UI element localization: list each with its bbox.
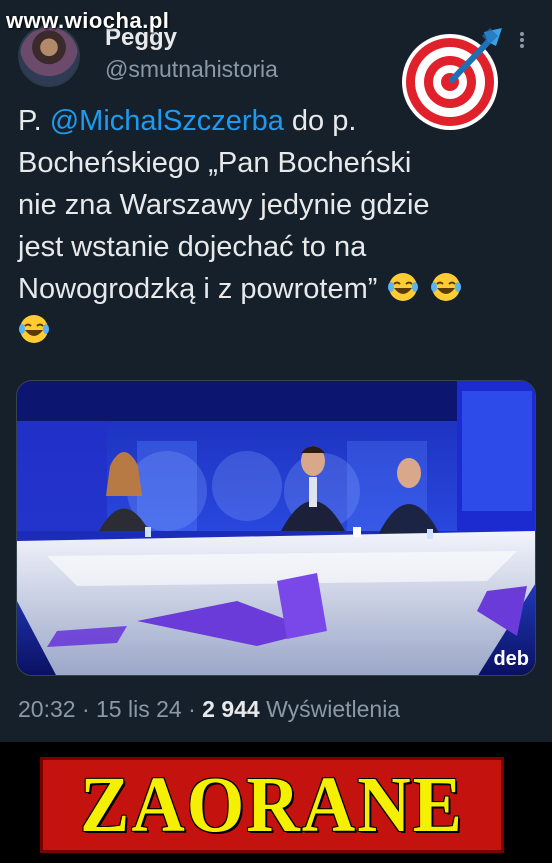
- text-line-3: nie zna Warszawy jedynie gdzie: [18, 189, 430, 221]
- laughing-tears-emoji: [19, 315, 49, 343]
- banner-text: ZAORANE: [79, 760, 465, 849]
- author-handle[interactable]: @smutnahistoria: [105, 56, 278, 83]
- mention-link[interactable]: @MichalSzczerba: [50, 105, 284, 137]
- tweet-time[interactable]: 20:32: [18, 696, 76, 722]
- caption-banner: ZAORANE: [40, 757, 504, 853]
- separator: ·: [188, 696, 196, 722]
- text-line-5: Nowogrodzką i z powrotem”: [18, 273, 378, 305]
- views-label: Wyświetlenia: [266, 696, 401, 722]
- tweet-date[interactable]: 15 lis 24: [96, 696, 182, 722]
- watermark: www.wiocha.pl: [6, 8, 170, 33]
- laughing-tears-emoji: [388, 273, 419, 301]
- text-prefix: P.: [18, 105, 50, 137]
- text-line-2: Bocheńskiego „Pan Bocheński: [18, 147, 412, 179]
- text-line-4: jest wstanie dojechać to na: [18, 231, 367, 263]
- tweet-card: www.wiocha.pl Peggy @smutnahistoria P. @…: [0, 0, 552, 742]
- laughing-tears-emoji: [430, 273, 461, 301]
- more-options-icon[interactable]: [519, 30, 525, 52]
- views-count: 2 944: [202, 696, 260, 722]
- tweet-meta: 20:32 · 15 lis 24 · 2 944 Wyświetlenia: [18, 696, 400, 723]
- avatar[interactable]: [18, 25, 80, 87]
- channel-logo: deb: [493, 648, 529, 670]
- separator: ·: [81, 696, 90, 722]
- tv-studio-image: [17, 381, 535, 675]
- tweet-text: P. @MichalSzczerba do p. Bocheńskiego „P…: [18, 100, 538, 352]
- tweet-media-image[interactable]: deb: [16, 380, 536, 676]
- text-line-1: do p.: [283, 105, 357, 137]
